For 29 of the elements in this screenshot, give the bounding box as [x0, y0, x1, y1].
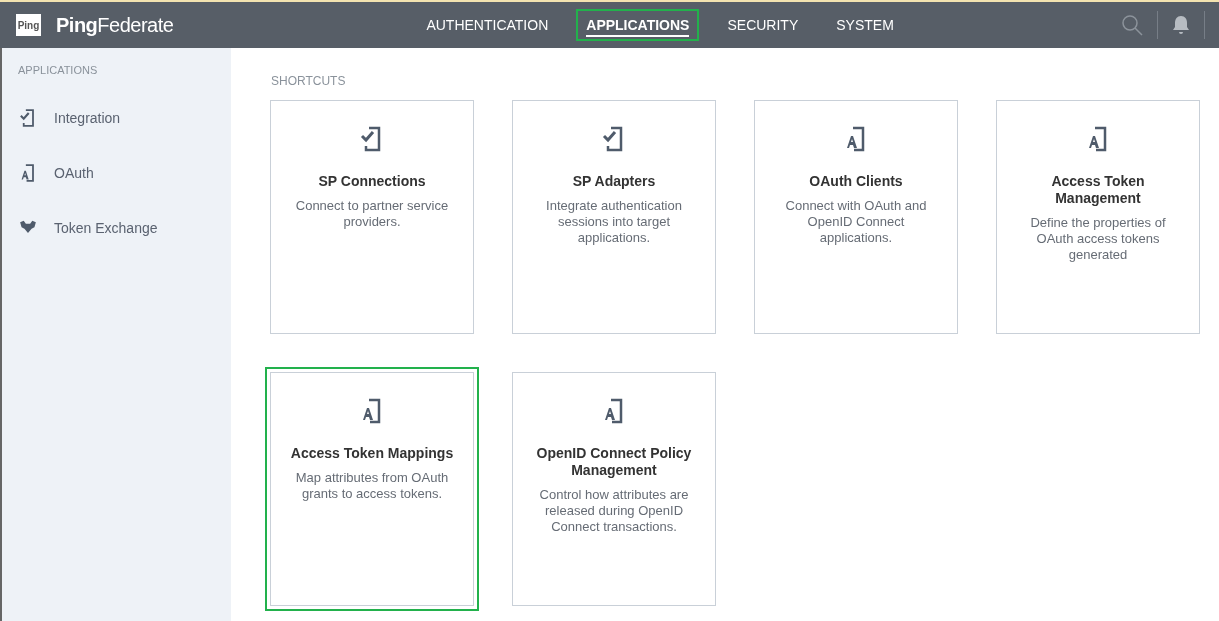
nav-tab[interactable]: AUTHENTICATION [416, 9, 559, 41]
card-description: Map attributes from OAuth grants to access tokens. [294, 470, 450, 502]
logo: Ping [16, 14, 41, 36]
card-description: Control how attributes are released during OpenID Connect transactions. [538, 487, 690, 535]
sidebar-item-label: Token Exchange [54, 219, 158, 236]
sidebar-item[interactable]: Token Exchange [18, 200, 231, 255]
sidebar-item-label: Integration [54, 109, 121, 126]
nav-tab[interactable]: APPLICATIONS [576, 9, 700, 41]
card-description: Connect to partner service providers. [294, 198, 450, 230]
shortcut-card[interactable]: Access Token Mappings Map attributes from OAuth grants to access tokens. [265, 367, 479, 611]
card-title: SP Connections [318, 173, 426, 190]
nav-tab[interactable]: SECURITY [717, 9, 809, 41]
nav-tab[interactable]: SYSTEM [826, 9, 904, 41]
card-title: Access Token Mappings [290, 445, 454, 462]
sidebar-item[interactable]: Integration [18, 90, 231, 145]
card-title: OAuth Clients [809, 173, 903, 190]
card-title: OpenID Connect Policy Management [535, 445, 693, 479]
search-icon[interactable] [1121, 14, 1143, 36]
card-description: Define the properties of OAuth access tokens generated [1029, 215, 1167, 263]
brand-name: PingFederate [56, 13, 174, 37]
sidebar-item-label: OAuth [54, 164, 94, 181]
card-title: Access Token Management [1050, 173, 1146, 207]
card-description: Integrate authentication sessions into target applications. [545, 198, 683, 246]
card-title: SP Adapters [572, 173, 656, 190]
bell-icon[interactable] [1172, 15, 1190, 35]
card-description: Connect with OAuth and OpenID Connect applications. [784, 198, 928, 246]
sidebar-item[interactable]: OAuth [18, 145, 231, 200]
sidebar-heading: APPLICATIONS [18, 64, 99, 76]
section-heading: SHORTCUTS [271, 74, 347, 88]
